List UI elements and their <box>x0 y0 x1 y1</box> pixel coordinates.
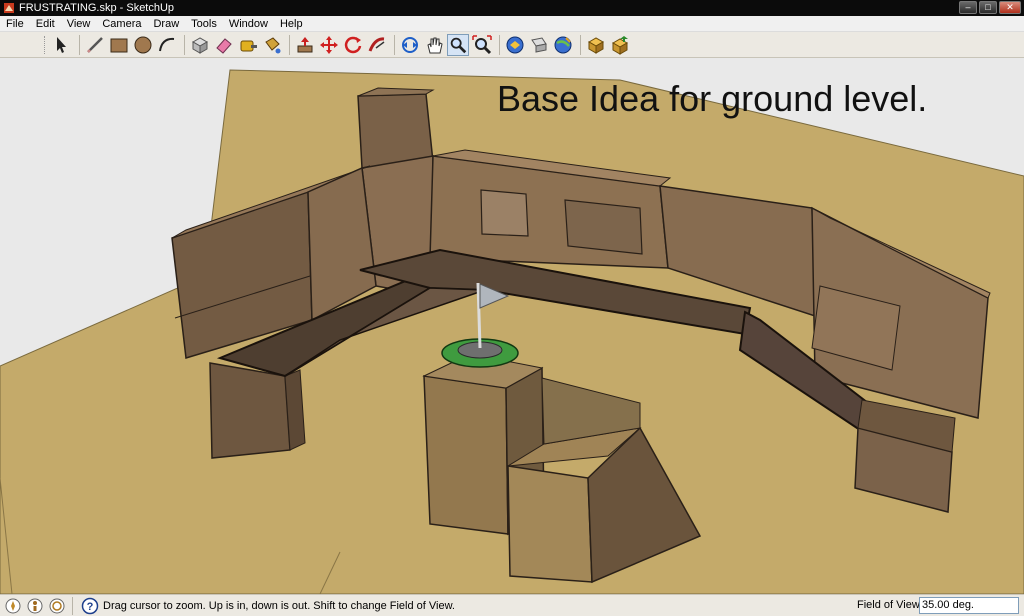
share-model-button[interactable] <box>528 34 550 56</box>
drawing-viewport[interactable]: Base Idea for ground level. <box>0 58 1024 594</box>
follow-me-button[interactable] <box>366 34 388 56</box>
window-title: FRUSTRATING.skp - SketchUp <box>19 2 175 14</box>
toolbar-separator <box>580 34 581 55</box>
menu-tools[interactable]: Tools <box>185 16 223 32</box>
tower-front <box>357 93 434 169</box>
status-bar: ? Drag cursor to zoom. Up is in, down is… <box>0 594 1024 616</box>
get-components-button[interactable] <box>585 34 607 56</box>
status-separator <box>72 596 73 615</box>
orbit-tool-icon <box>402 36 418 53</box>
pan-tool-icon <box>427 37 443 53</box>
toolbar-separator <box>394 34 395 55</box>
rotate-tool-button[interactable] <box>342 34 364 56</box>
status-message: Drag cursor to zoom. Up is in, down is o… <box>103 599 455 612</box>
arc-tool-icon <box>159 37 175 51</box>
window-controls: – □ ✕ <box>959 1 1021 14</box>
menu-file[interactable]: File <box>0 16 30 32</box>
move-tool-button[interactable] <box>318 34 340 56</box>
model-scene <box>0 69 1024 594</box>
select-tool-icon <box>57 36 66 53</box>
push-pull-icon <box>297 36 313 52</box>
rotate-tool-icon <box>344 36 362 53</box>
tape-measure-button[interactable] <box>237 34 259 56</box>
share-model-icon <box>531 36 547 53</box>
pedestal-front <box>423 375 509 535</box>
svg-text:?: ? <box>87 601 94 613</box>
viewport-caption: Base Idea for ground level. <box>497 78 928 119</box>
paint-bucket-icon <box>265 36 281 53</box>
move-tool-icon <box>320 35 338 54</box>
google-earth-icon <box>554 36 572 53</box>
minimize-button[interactable]: – <box>959 1 977 14</box>
toolbar-separator <box>184 34 185 55</box>
menu-camera[interactable]: Camera <box>96 16 147 32</box>
credits-icon[interactable] <box>26 597 44 615</box>
toolbar-separator <box>79 34 80 55</box>
geo-location-icon[interactable] <box>4 597 22 615</box>
back-window-2 <box>564 199 643 255</box>
pencil-line-tool-icon <box>87 36 103 53</box>
menu-edit[interactable]: Edit <box>30 16 61 32</box>
menu-draw[interactable]: Draw <box>147 16 185 32</box>
paint-bucket-button[interactable] <box>261 34 283 56</box>
orbit-tool-button[interactable] <box>399 34 421 56</box>
menu-bar: File Edit View Camera Draw Tools Window Help <box>0 16 1024 32</box>
left-pillar <box>209 362 291 459</box>
menu-view[interactable]: View <box>61 16 97 32</box>
main-toolbar <box>0 32 1024 58</box>
back-window-1 <box>480 189 529 237</box>
share-component-button[interactable] <box>609 34 631 56</box>
toolbar-separator <box>289 34 290 55</box>
make-component-button[interactable] <box>189 34 211 56</box>
share-component-icon <box>611 35 629 55</box>
pan-tool-button[interactable] <box>423 34 445 56</box>
sketchup-app-icon[interactable] <box>3 2 15 14</box>
menu-window[interactable]: Window <box>223 16 274 32</box>
measurements-label: Field of View <box>857 599 920 611</box>
make-component-icon <box>191 36 209 54</box>
follow-me-icon <box>368 36 385 52</box>
title-bar: FRUSTRATING.skp - SketchUp – □ ✕ <box>0 0 1024 16</box>
zoom-tool-button[interactable] <box>447 33 469 56</box>
zoom-extents-button[interactable] <box>471 34 493 56</box>
arc-tool-button[interactable] <box>156 34 178 56</box>
push-pull-button[interactable] <box>294 34 316 56</box>
stair-front <box>507 465 593 583</box>
measurements-input[interactable]: 35.00 deg. <box>919 597 1019 614</box>
eraser-tool-icon <box>216 37 232 54</box>
eraser-tool-button[interactable] <box>213 34 235 56</box>
rectangle-tool-button[interactable] <box>108 34 130 56</box>
menu-help[interactable]: Help <box>274 16 309 32</box>
rectangle-tool-icon <box>110 38 128 52</box>
zoom-extents-icon <box>472 34 492 54</box>
3d-warehouse-icon <box>506 36 524 53</box>
select-tool-button[interactable] <box>51 34 73 56</box>
toolbar-separator <box>499 34 500 55</box>
zoom-tool-icon <box>450 37 467 53</box>
user-icon[interactable] <box>48 597 66 615</box>
get-components-icon <box>587 36 605 54</box>
tape-measure-icon <box>240 40 257 51</box>
3d-warehouse-button[interactable] <box>504 34 526 56</box>
circle-tool-icon <box>134 36 152 53</box>
toolbar-grip[interactable] <box>44 35 47 54</box>
maximize-button[interactable]: □ <box>979 1 997 14</box>
help-icon[interactable]: ? <box>81 597 99 615</box>
google-earth-button[interactable] <box>552 34 574 56</box>
pencil-line-tool-button[interactable] <box>84 34 106 56</box>
circle-tool-button[interactable] <box>132 34 154 56</box>
close-button[interactable]: ✕ <box>999 1 1021 14</box>
